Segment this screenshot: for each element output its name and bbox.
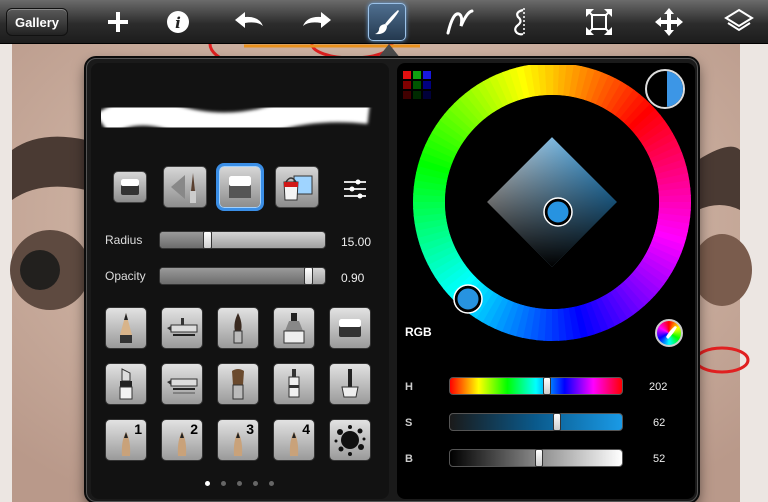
saturation-label: S (405, 417, 413, 429)
page-dot-2[interactable] (221, 481, 226, 486)
brush-color-popover: Radius 15.00 Opacity 0.90 1 2 3 4 RGB H … (86, 58, 698, 502)
opacity-value: 0.90 (341, 271, 365, 285)
saturation-slider-knob[interactable] (552, 413, 561, 431)
color-wheel[interactable] (401, 65, 691, 355)
opacity-slider-fill (160, 268, 309, 284)
settings-list-icon (344, 179, 366, 199)
custom-brush-4-tool[interactable]: 4 (273, 419, 315, 461)
move-icon[interactable] (654, 4, 684, 40)
radius-slider-fill (160, 232, 208, 248)
brush-settings-panel: Radius 15.00 Opacity 0.90 1 2 3 4 (91, 63, 389, 499)
undo-icon[interactable] (232, 4, 266, 40)
custom-brush-4-icon (289, 432, 299, 456)
page-dot-3[interactable] (237, 481, 242, 486)
splatter-tool[interactable] (329, 419, 371, 461)
popover-caret (377, 44, 401, 59)
fill-mode-icon (283, 175, 313, 201)
brightness-slider-knob[interactable] (535, 449, 544, 467)
paintbrush-icon (232, 369, 244, 400)
brightness-slider[interactable] (449, 449, 623, 467)
airbrush-alt-tool[interactable] (161, 363, 203, 405)
brush-tool-button[interactable] (368, 3, 406, 41)
color-mode-label[interactable]: RGB (405, 325, 432, 339)
top-toolbar: Gallery i (0, 0, 768, 44)
opacity-slider-knob[interactable] (303, 268, 313, 284)
stroke-icon[interactable] (444, 4, 476, 40)
eraser-tool[interactable] (329, 307, 371, 349)
splatter-icon (334, 425, 366, 456)
opacity-label: Opacity (105, 269, 146, 283)
opacity-slider[interactable] (159, 267, 326, 285)
layers-icon[interactable] (724, 4, 754, 40)
brush-stroke-preview (101, 96, 371, 139)
radius-slider-knob[interactable] (202, 232, 212, 248)
eraser-icon (339, 319, 361, 337)
fill-mode-button[interactable] (275, 166, 319, 208)
color-wheel-toggle-icon[interactable] (655, 319, 683, 347)
custom-brush-3-icon (233, 432, 243, 456)
custom-brush-1-number: 1 (134, 421, 142, 437)
brightness-label: B (405, 453, 413, 465)
add-icon[interactable] (104, 4, 132, 40)
page-dot-1[interactable] (205, 481, 210, 486)
radius-slider[interactable] (159, 231, 326, 249)
custom-brush-4-number: 4 (302, 421, 310, 437)
hue-label: H (405, 381, 413, 393)
marker-icon (283, 313, 305, 344)
brush-icon (233, 313, 243, 344)
sb-picker-knob[interactable] (544, 198, 572, 226)
settings-list-button[interactable] (341, 175, 369, 203)
radius-label: Radius (105, 233, 143, 247)
gallery-button[interactable]: Gallery (6, 8, 68, 36)
transform-icon[interactable] (584, 4, 614, 40)
pencil-icon (120, 313, 132, 343)
saturation-slider[interactable] (449, 413, 623, 431)
custom-brush-2-tool[interactable]: 2 (161, 419, 203, 461)
paint-mode-icon (229, 176, 251, 198)
custom-brush-3-number: 3 (246, 421, 254, 437)
pen-tool[interactable] (273, 363, 315, 405)
chisel-marker-icon (119, 368, 133, 400)
page-dot-4[interactable] (253, 481, 258, 486)
eraser-mode-icon (121, 179, 139, 195)
pencil-tool[interactable] (105, 307, 147, 349)
custom-brush-1-tool[interactable]: 1 (105, 419, 147, 461)
hue-slider[interactable] (449, 377, 623, 395)
hue-slider-knob[interactable] (542, 377, 551, 395)
airbrush-alt-icon (167, 378, 198, 394)
airbrush-tool[interactable] (161, 307, 203, 349)
custom-brush-2-number: 2 (190, 421, 198, 437)
smudge-mode-button[interactable] (163, 166, 207, 208)
page-dot-5[interactable] (269, 481, 274, 486)
color-picker-panel: RGB H 202 S 62 B 52 (397, 63, 695, 499)
paintbrush-tool[interactable] (217, 363, 259, 405)
brush-icon (375, 10, 399, 35)
brush-tool[interactable] (217, 307, 259, 349)
hue-picker-knob[interactable] (454, 285, 482, 313)
brightness-value: 52 (653, 453, 666, 465)
symmetry-icon[interactable] (508, 4, 536, 40)
info-icon[interactable]: i (164, 4, 192, 40)
marker-tool[interactable] (273, 307, 315, 349)
eraser-mode-button[interactable] (113, 171, 147, 203)
custom-brush-3-tool[interactable]: 3 (217, 419, 259, 461)
smudge-mode-icon (171, 173, 196, 203)
saturation-value: 62 (653, 417, 666, 429)
svg-text:i: i (175, 14, 181, 32)
airbrush-icon (167, 318, 198, 336)
pen-icon (288, 369, 300, 398)
chisel-marker-tool[interactable] (105, 363, 147, 405)
custom-brush-2-icon (177, 432, 187, 456)
hue-value: 202 (649, 381, 668, 393)
custom-brush-1-icon (121, 432, 131, 456)
radius-value: 15.00 (341, 235, 372, 249)
redo-icon[interactable] (300, 4, 334, 40)
ink-tool[interactable] (329, 363, 371, 405)
paint-mode-button[interactable] (219, 166, 261, 208)
ink-icon (341, 369, 359, 398)
